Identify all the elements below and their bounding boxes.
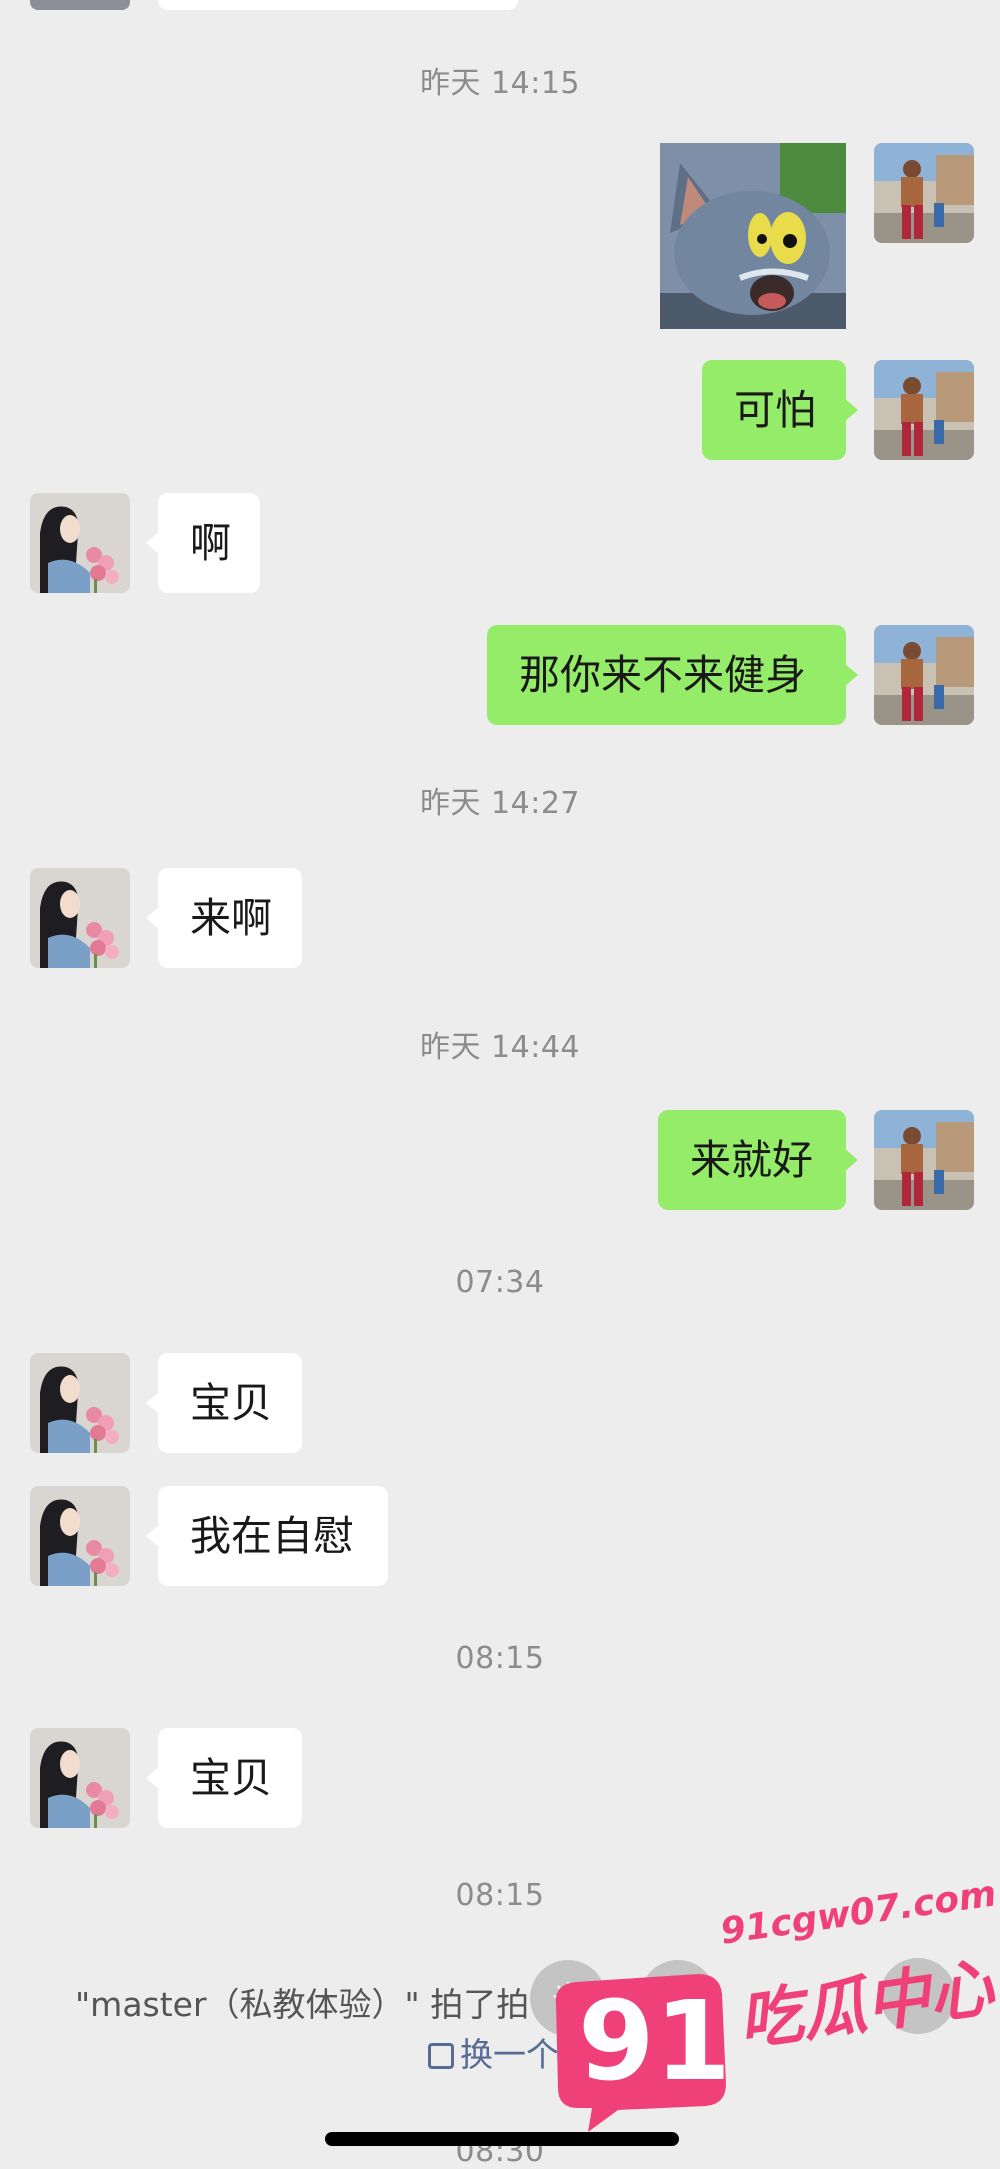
contact-avatar[interactable] <box>30 1486 130 1586</box>
girl-flowers-avatar-icon <box>30 1353 130 1453</box>
message-bubble-in[interactable]: 宝贝 <box>146 1728 302 1828</box>
watermark-number: 91 <box>578 1977 732 2105</box>
contact-avatar[interactable] <box>30 1728 130 1828</box>
message-bubble-out[interactable]: 可怕 <box>702 360 858 460</box>
girl-flowers-avatar-icon <box>30 868 130 968</box>
contact-avatar[interactable] <box>30 493 130 593</box>
home-indicator[interactable] <box>325 2132 679 2146</box>
contact-avatar[interactable] <box>30 1353 130 1453</box>
tom-cat-sticker-icon <box>660 143 846 329</box>
timestamp: 07:34 <box>455 1265 545 1300</box>
timestamp: 昨天 14:15 <box>420 66 580 101</box>
contact-avatar[interactable] <box>30 868 130 968</box>
my-avatar[interactable] <box>874 143 974 243</box>
message-bubble-in[interactable]: 我在自慰 <box>146 1486 388 1586</box>
man-street-avatar-icon <box>874 360 974 460</box>
message-bubble-in[interactable]: 宝贝 <box>146 1353 302 1453</box>
girl-flowers-avatar-icon <box>30 1486 130 1586</box>
cropped-avatar-top[interactable] <box>30 0 130 10</box>
cropped-bubble-top[interactable] <box>158 0 518 10</box>
my-avatar[interactable] <box>874 1110 974 1210</box>
timestamp: 08:15 <box>455 1641 545 1676</box>
message-bubble-in[interactable]: 来啊 <box>146 868 302 968</box>
man-street-avatar-icon <box>874 1110 974 1210</box>
man-street-avatar-icon <box>874 625 974 725</box>
timestamp: 昨天 14:27 <box>420 786 580 821</box>
message-bubble-in[interactable]: 啊 <box>146 493 260 593</box>
sticker-message[interactable] <box>660 143 846 329</box>
my-avatar[interactable] <box>874 360 974 460</box>
message-bubble-out[interactable]: 来就好 <box>658 1110 858 1210</box>
man-street-avatar-icon <box>874 143 974 243</box>
girl-flowers-avatar-icon <box>30 493 130 593</box>
change-pat-label: 换一个 <box>460 2035 559 2074</box>
site-watermark: 91 91cgw07.com 吃瓜中心 <box>548 1873 999 2134</box>
pat-system-message: "master（私教体验）" 拍了拍 <box>75 1985 530 2024</box>
timestamp: 昨天 14:44 <box>420 1030 580 1065</box>
girl-flowers-avatar-icon <box>30 1728 130 1828</box>
message-bubble-out[interactable]: 那你来不来健身 <box>487 625 858 725</box>
edit-icon <box>428 2043 454 2069</box>
my-avatar[interactable] <box>874 625 974 725</box>
